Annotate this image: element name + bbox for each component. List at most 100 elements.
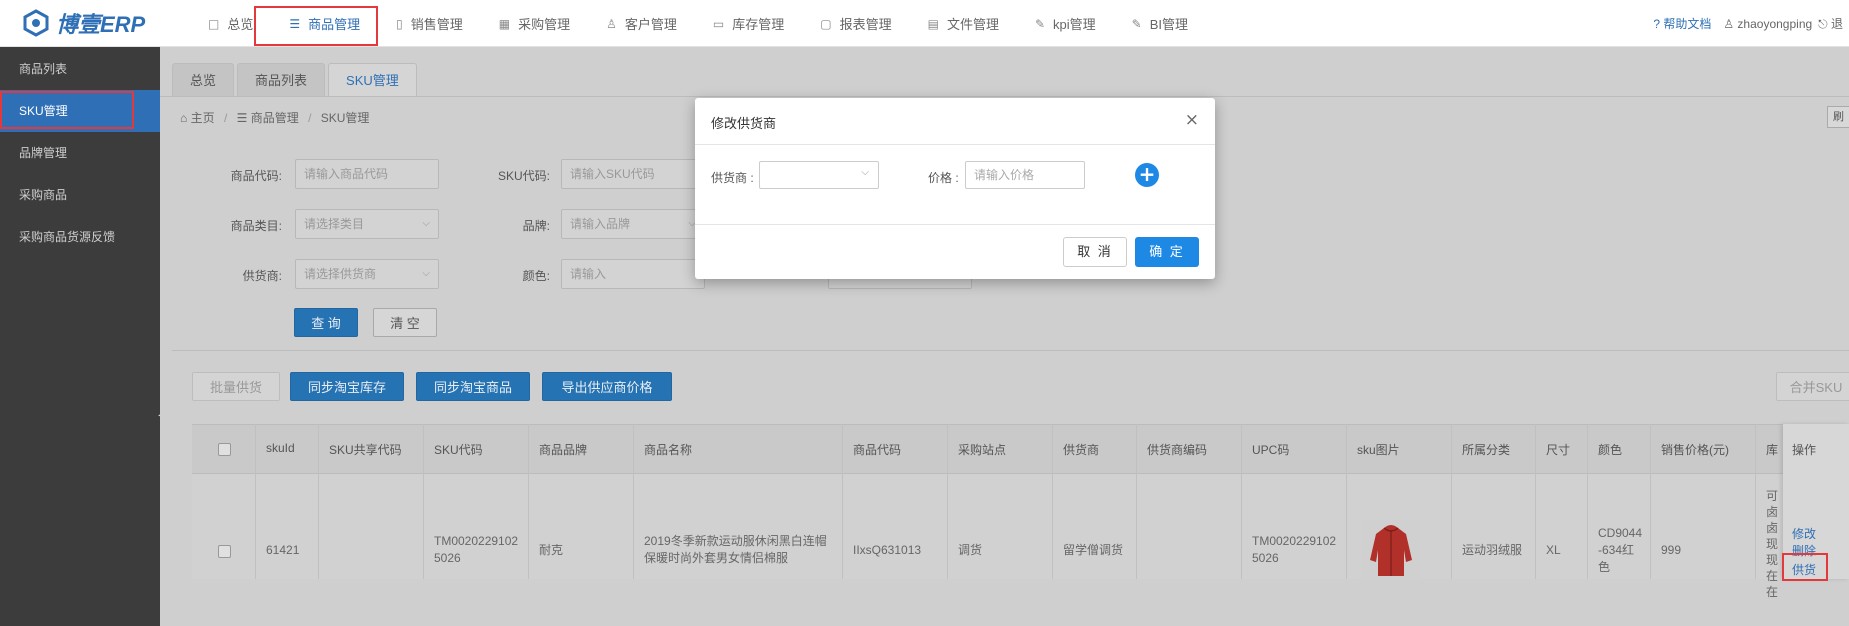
cell-line: 现 [1766,553,1779,567]
tab-sku[interactable]: SKU管理 [328,63,417,96]
col-divider [633,424,634,579]
supplier-select[interactable]: ⌵ [759,161,879,189]
sync-taobao-stock-button[interactable]: 同步淘宝库存 [290,372,404,401]
product-code-label: 商品代码: [230,169,282,183]
price-input[interactable]: 请输入价格 [965,161,1085,189]
col-stock: 库 [1766,443,1779,457]
product-code-input[interactable]: 请输入商品代码 [295,159,439,189]
col-divider [842,424,843,579]
breadcrumb-section[interactable]: ☰ 商品管理 [237,111,299,125]
color-input[interactable]: 请输入 [561,259,705,289]
cell-category: 运动羽绒服 [1462,543,1523,557]
nav-label: 销售管理 [410,17,463,32]
nav-item-reports[interactable]: ▢ 报表管理 [802,0,909,47]
tab-overview[interactable]: 总览 [172,63,235,96]
col-brand: 商品品牌 [539,443,588,457]
sidebar-item-source-feedback[interactable]: 采购商品货源反馈 [0,216,160,258]
nav-label: BI管理 [1149,17,1189,32]
breadcrumb-sep: / [223,111,228,125]
grid-icon: ▦ [498,16,511,31]
close-icon[interactable]: × [1185,110,1199,130]
sidebar-item-purchase-goods[interactable]: 采购商品 [0,174,160,216]
sync-taobao-goods-button[interactable]: 同步淘宝商品 [416,372,530,401]
user-icon: ♙ [606,16,617,31]
confirm-button[interactable]: 确 定 [1135,237,1199,267]
col-divider [1346,424,1347,579]
logout-link[interactable]: ⎋ 退 [1818,15,1843,32]
section-divider [172,350,1849,351]
category-select[interactable]: 请选择类目 ⌵ [295,209,439,239]
cancel-button[interactable]: 取 消 [1063,237,1127,267]
col-size: 尺寸 [1546,443,1571,457]
cell-name: 2019冬季新款运动服休闲黑白连帽 保暖时尚外套男女情侣棉服 [644,533,827,567]
modal-title: 修改供货商 [711,116,777,131]
nav-item-purchase[interactable]: ▦ 采购管理 [481,0,588,47]
user-menu[interactable]: ♙ zhaoyongping [1723,17,1812,31]
file-icon: ▢ [820,16,832,31]
category-placeholder: 请选择类目 [304,217,365,231]
select-all-checkbox[interactable] [218,443,231,456]
col-category: 所属分类 [1462,443,1511,457]
brand-input[interactable]: 请输入品牌 ⌵ [561,209,705,239]
highlight-sidebar-sku [0,91,134,129]
cell-line: 色 [1598,560,1611,574]
product-image[interactable] [1362,520,1420,580]
col-divider [1650,424,1651,579]
query-button[interactable]: 查 询 [294,308,358,337]
col-skuid: skuId [266,441,295,455]
brand-label: 品牌: [522,219,550,233]
logo-text: 博壹ERP [56,12,146,37]
cell-supplier: 留学僧调货 [1063,543,1124,557]
nav-label: 库存管理 [732,17,785,32]
nav-item-kpi[interactable]: ✎ kpi管理 [1017,0,1114,47]
cell-line: 现 [1766,537,1779,551]
export-supplier-price-button[interactable]: 导出供应商价格 [542,372,672,401]
nav-item-files[interactable]: ▤ 文件管理 [910,0,1017,47]
brand-placeholder: 请输入品牌 [570,217,631,231]
nav-item-bi[interactable]: ✎ BI管理 [1114,0,1206,47]
chevron-down-icon: ⌵ [861,167,869,178]
col-price: 销售价格(元) [1661,443,1729,457]
supplier-select[interactable]: 请选择供货商 ⌵ [295,259,439,289]
supplier-placeholder: 请选择供货商 [304,267,377,281]
nav-label: 总览 [227,17,254,32]
refresh-button[interactable]: 刷 [1827,106,1849,128]
help-docs-link[interactable]: ? 帮助文档 [1653,15,1711,32]
highlight-supply-link [1782,553,1828,581]
sku-code-input[interactable]: 请输入SKU代码 [561,159,705,189]
batch-supply-button[interactable]: 批量供货 [192,372,280,401]
add-icon[interactable]: + [1135,163,1159,187]
col-divider [528,424,529,579]
col-divider [423,424,424,579]
page-tabs: 总览 商品列表 SKU管理 [172,63,420,96]
col-divider [1535,424,1536,579]
cell-line: 保暖时尚外套男女情侣棉服 [644,551,789,565]
cell-line: CD9044 [1598,526,1643,540]
cell-site: 调货 [958,543,983,557]
edit-link[interactable]: 修改 [1792,525,1816,542]
price-field-label: 价格 : [928,171,959,185]
sidebar-item-goods-list[interactable]: 商品列表 [0,48,160,90]
cell-stock: 可 卤 卤 现 现 在 在 [1766,488,1778,600]
breadcrumb-home[interactable]: ⌂ 主页 [180,111,215,125]
col-supplier-code: 供货商编码 [1147,443,1208,457]
supplier-field-label: 供货商 : [711,171,754,185]
sidebar: 商品列表 SKU管理 品牌管理 采购商品 采购商品货源反馈 [0,47,160,626]
cell-line: -634红 [1598,543,1635,557]
col-supplier: 供货商 [1063,443,1100,457]
col-divider [1755,424,1756,579]
app-logo[interactable]: 博壹ERP [22,6,145,40]
cell-brand: 耐克 [539,543,564,557]
cell-line: 卤 [1766,505,1779,519]
clear-button[interactable]: 清 空 [373,308,437,337]
merge-sku-button[interactable]: 合并SKU [1776,372,1849,401]
nav-item-sales[interactable]: ▯ 销售管理 [378,0,481,47]
nav-item-customer[interactable]: ♙ 客户管理 [588,0,695,47]
tab-goods-list[interactable]: 商品列表 [237,63,326,96]
sidebar-item-brand[interactable]: 品牌管理 [0,132,160,174]
row-checkbox[interactable] [218,545,231,558]
nav-label: 文件管理 [946,17,999,32]
col-sku-code: SKU代码 [434,443,483,457]
nav-item-inventory[interactable]: ▭ 库存管理 [695,0,802,47]
cell-upc: TM0020229102 5026 [1252,533,1336,567]
